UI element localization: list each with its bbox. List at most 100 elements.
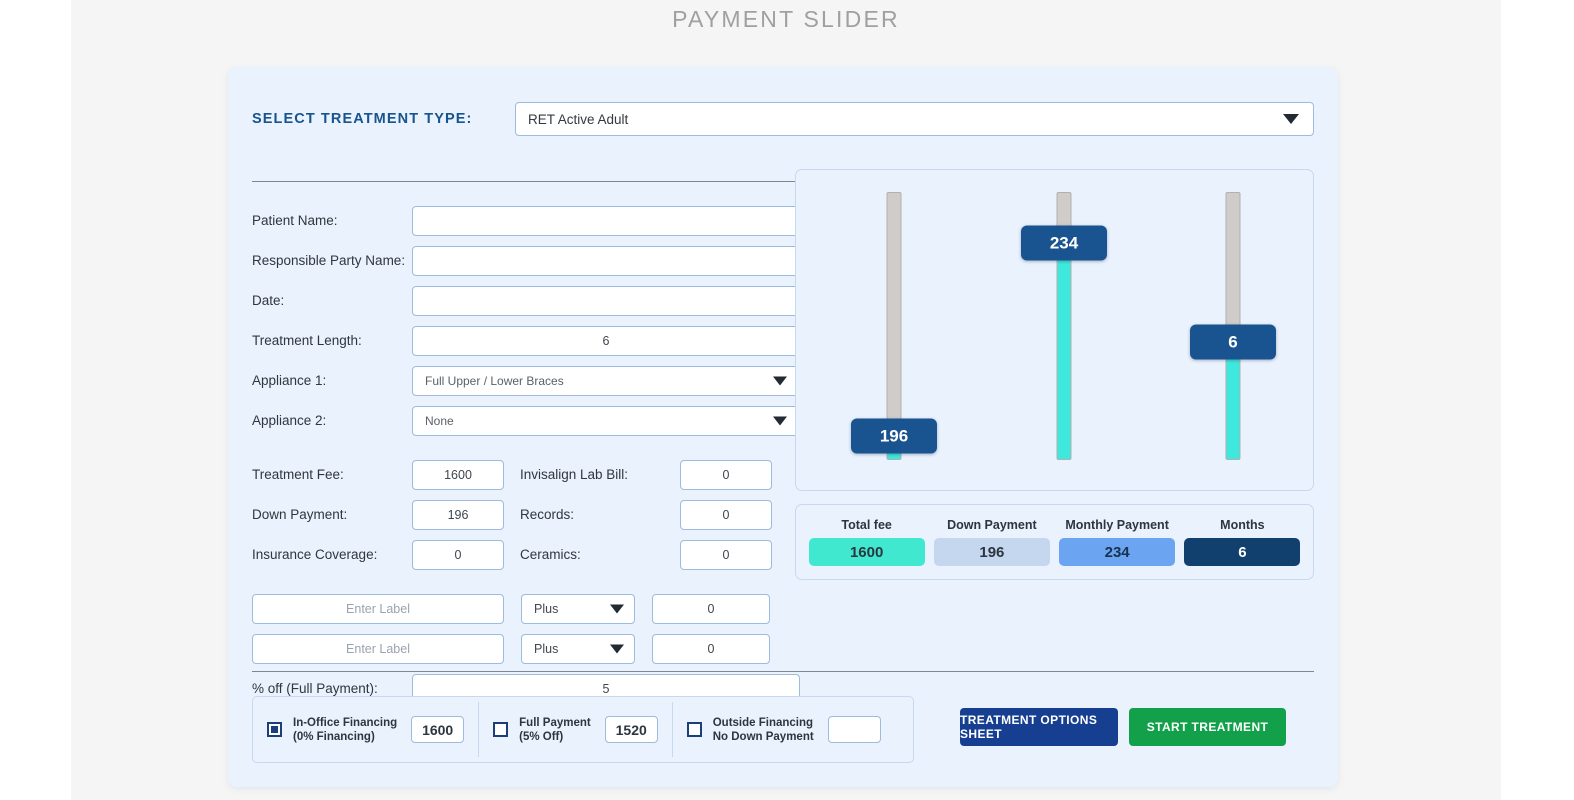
money-input-2[interactable]: 0 (680, 499, 772, 530)
money-row: Down Payment: 196 Records: 0 (252, 499, 800, 530)
payment-option-amount[interactable] (827, 716, 881, 743)
payment-slider-page: PAYMENT SLIDER SELECT TREATMENT TYPE: RE… (0, 0, 1574, 800)
chevron-down-icon (773, 376, 787, 385)
form-input[interactable] (412, 245, 800, 276)
custom-operation-value: Plus (534, 641, 559, 656)
page-title: PAYMENT SLIDER (672, 6, 900, 32)
custom-amount-input[interactable]: 0 (652, 633, 770, 664)
summary-cell: Months 6 (1184, 518, 1301, 566)
slider-fill (1057, 242, 1071, 459)
form-label: Appliance 1: (252, 373, 327, 388)
custom-operation-select[interactable]: Plus (521, 593, 635, 624)
form-select-value: Full Upper / Lower Braces (425, 373, 564, 388)
form-label: Responsible Party Name: (252, 253, 406, 268)
summary-cell: Monthly Payment 234 (1059, 518, 1176, 566)
slider-handle[interactable]: 234 (1021, 225, 1107, 261)
payment-option-checkbox[interactable] (267, 722, 282, 737)
payment-option-amount[interactable]: 1520 (604, 716, 658, 743)
custom-operation-value: Plus (534, 601, 559, 616)
divider-bottom (252, 671, 1314, 672)
money-label-2: Invisalign Lab Bill: (520, 467, 629, 482)
percent-off-label: % off (Full Payment): (252, 681, 378, 696)
money-row: Treatment Fee: 1600 Invisalign Lab Bill: 0 (252, 459, 800, 490)
form-input[interactable] (412, 205, 800, 236)
payment-option-line2: No Down Payment (712, 730, 814, 743)
form-label: Appliance 2: (252, 413, 327, 428)
action-buttons: TREATMENT OPTIONS SHEET START TREATMENT (960, 708, 1286, 746)
chevron-down-icon (773, 416, 787, 425)
payment-option-line2: (0% Financing) (293, 730, 375, 743)
summary-value: 1600 (808, 538, 925, 566)
summary-value: 196 (933, 538, 1050, 566)
money-row: Insurance Coverage: 0 Ceramics: 0 (252, 539, 800, 570)
slider-panel: 196 234 6 (795, 169, 1314, 542)
form-row: Patient Name: (252, 205, 800, 236)
summary-cell: Total fee 1600 (808, 518, 925, 566)
custom-amount-input[interactable]: 0 (652, 593, 770, 624)
summary-title: Months (1220, 518, 1265, 532)
start-treatment-button[interactable]: START TREATMENT (1129, 708, 1286, 746)
form-select[interactable]: Full Upper / Lower Braces (412, 365, 800, 396)
custom-label-input[interactable]: Enter Label (252, 633, 504, 664)
slider-monthly-payment[interactable]: 234 (1004, 170, 1124, 542)
money-input[interactable]: 0 (412, 539, 504, 570)
form-row: Treatment Length: 6 (252, 325, 800, 356)
payment-option: In-Office Financing (0% Financing) 1600 (253, 697, 478, 762)
treatment-type-value: RET Active Adult (528, 111, 629, 127)
chevron-down-icon (1283, 114, 1299, 124)
money-input[interactable]: 196 (412, 499, 504, 530)
money-label: Down Payment: (252, 507, 348, 522)
custom-row: Enter Label Plus 0 (252, 633, 800, 664)
summary-value: 234 (1059, 538, 1176, 566)
form-row: Appliance 1: Full Upper / Lower Braces (252, 365, 800, 396)
form-input[interactable] (412, 285, 800, 316)
treatment-options-sheet-button[interactable]: TREATMENT OPTIONS SHEET (960, 708, 1118, 746)
summary-title: Down Payment (947, 518, 1037, 532)
payment-option: Outside Financing No Down Payment (673, 697, 895, 762)
payment-option-line1: Outside Financing (712, 716, 814, 729)
form-label: Treatment Length: (252, 333, 362, 348)
money-input-2[interactable]: 0 (680, 459, 772, 490)
slider-down-payment[interactable]: 196 (834, 170, 954, 542)
form-row: Date: (252, 285, 800, 316)
form-label: Patient Name: (252, 213, 338, 228)
payment-option-line2: (5% Off) (519, 730, 564, 743)
chevron-down-icon (610, 604, 624, 613)
payment-slider-card: SELECT TREATMENT TYPE: RET Active Adult … (228, 67, 1338, 787)
patient-form: Patient Name: Responsible Party Name: Date… (252, 205, 800, 713)
custom-operation-select[interactable]: Plus (521, 633, 635, 664)
payment-option-checkbox[interactable] (493, 722, 509, 737)
treatment-type-select[interactable]: RET Active Adult (515, 102, 1314, 136)
summary-title: Monthly Payment (1065, 518, 1169, 532)
money-label: Treatment Fee: (252, 467, 344, 482)
payment-option-checkbox[interactable] (686, 722, 702, 737)
money-label-2: Ceramics: (520, 547, 581, 562)
money-label-2: Records: (520, 507, 575, 522)
slider-handle[interactable]: 6 (1190, 324, 1276, 360)
summary-panel: Total fee 1600 Down Payment 196 Monthly Paym… (795, 504, 1314, 580)
form-row: Appliance 2: None (252, 405, 800, 436)
custom-label-input[interactable]: Enter Label (252, 593, 504, 624)
payment-option-label: In-Office Financing (0% Financing) (293, 716, 397, 744)
money-input-2[interactable]: 0 (680, 539, 772, 570)
form-select-value: None (425, 413, 454, 428)
payment-option-amount[interactable]: 1600 (411, 716, 465, 743)
treatment-type-label: SELECT TREATMENT TYPE: (252, 111, 473, 127)
summary-cell: Down Payment 196 (933, 518, 1050, 566)
slider-handle[interactable]: 196 (851, 418, 937, 454)
summary-value: 6 (1184, 538, 1301, 566)
payment-option-line1: Full Payment (519, 716, 591, 729)
payment-option-label: Full Payment (5% Off) (519, 716, 591, 744)
form-select[interactable]: None (412, 405, 800, 436)
form-input[interactable]: 6 (412, 325, 800, 356)
money-input[interactable]: 1600 (412, 459, 504, 490)
form-row: Responsible Party Name: (252, 245, 800, 276)
summary-title: Total fee (841, 518, 892, 532)
custom-row: Enter Label Plus 0 (252, 593, 800, 624)
form-label: Date: (252, 293, 285, 308)
money-label: Insurance Coverage: (252, 547, 378, 562)
slider-months[interactable]: 6 (1173, 170, 1293, 542)
payment-options-panel: In-Office Financing (0% Financing) 1600 Ful… (252, 696, 914, 763)
payment-option-line1: In-Office Financing (293, 716, 398, 729)
payment-option: Full Payment (5% Off) 1520 (479, 697, 672, 762)
